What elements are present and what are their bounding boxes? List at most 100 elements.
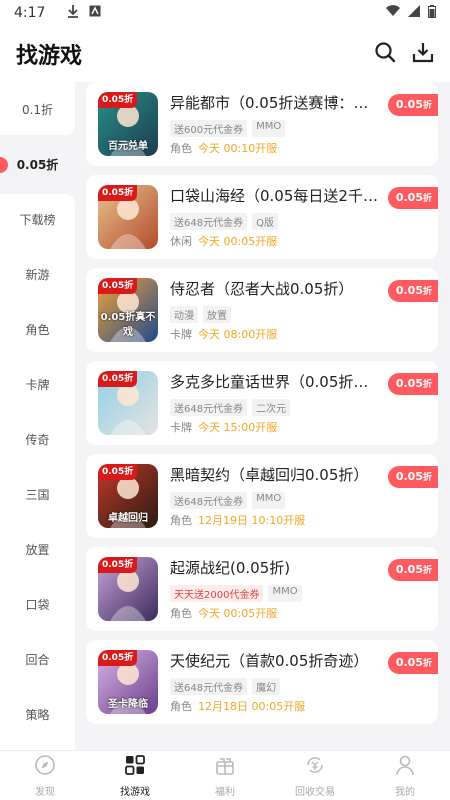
discount-unit: 折 bbox=[422, 194, 432, 204]
server-open-time: 今天 00:10开服 bbox=[198, 142, 278, 155]
server-open-time: 12月18日 00:05开服 bbox=[198, 700, 306, 713]
thumb-discount-badge: 0.05折 bbox=[98, 278, 138, 294]
game-tag: Q版 bbox=[252, 213, 278, 230]
game-meta: 角色 今天 00:05开服 bbox=[170, 605, 277, 621]
discount-value: 0.05 bbox=[395, 98, 423, 111]
game-card[interactable]: 0.05折 圣卡降临 天使纪元（首款0.05折奇迹） 送648元代金券 魔幻角色 12月1… bbox=[86, 640, 438, 724]
sidebar-item[interactable]: 0.05折 bbox=[0, 137, 75, 192]
nav-tab-label: 我的 bbox=[395, 786, 415, 798]
game-genre: 角色 bbox=[170, 607, 192, 620]
discount-badge: 0.05折 bbox=[387, 94, 438, 116]
app-status-icon bbox=[89, 5, 101, 21]
server-open-time: 今天 08:00开服 bbox=[198, 328, 278, 341]
sidebar-item[interactable]: 卡牌 bbox=[0, 357, 75, 412]
game-title[interactable]: 天使纪元（首款0.05折奇迹） bbox=[170, 650, 380, 671]
yen-cycle-icon bbox=[304, 754, 326, 780]
nav-tab-label: 找游戏 bbox=[120, 786, 150, 798]
game-tag: 二次元 bbox=[252, 399, 291, 416]
game-card[interactable]: 0.05折 卓越回归 黑暗契约（卓越回归0.05折） 送648元代金券 MMO 角色 12月… bbox=[86, 454, 438, 538]
nav-tab[interactable]: 回收交易 bbox=[270, 751, 360, 800]
status-time: 4:17 bbox=[14, 5, 46, 21]
sidebar-item[interactable]: 三国 bbox=[0, 467, 75, 522]
game-icon-image[interactable]: 0.05折 0.05折真不戏 bbox=[98, 278, 158, 342]
game-title[interactable]: 黑暗契约（卓越回归0.05折） bbox=[170, 464, 380, 485]
game-tag: 放置 bbox=[203, 306, 231, 323]
sidebar-item-label: 回合 bbox=[25, 653, 50, 667]
game-icon-image[interactable]: 0.05折 卓越回归 bbox=[98, 464, 158, 528]
game-tags: 送648元代金券 魔幻 bbox=[170, 678, 281, 695]
game-tag: 送648元代金券 bbox=[170, 213, 248, 230]
server-open-time: 今天 00:05开服 bbox=[198, 607, 278, 620]
game-card[interactable]: 0.05折 百元兑单 异能都市（0.05折送赛博：黑... 送600元代金券 MMO 角色… bbox=[86, 82, 438, 166]
game-title[interactable]: 口袋山海经（0.05每日送2千代... bbox=[170, 185, 380, 206]
sidebar-item-label: 三国 bbox=[25, 488, 50, 502]
discount-unit: 折 bbox=[422, 473, 432, 483]
game-icon-image[interactable]: 0.05折 bbox=[98, 557, 158, 621]
compass-icon bbox=[34, 754, 56, 780]
sidebar-item-label: 卡牌 bbox=[25, 378, 50, 392]
download-manager-icon[interactable] bbox=[412, 41, 434, 67]
nav-tab[interactable]: 发现 bbox=[0, 751, 90, 800]
game-title[interactable]: 起源战纪(0.05折) bbox=[170, 557, 380, 578]
game-title[interactable]: 异能都市（0.05折送赛博：黑... bbox=[170, 92, 380, 113]
sidebar-item-label: 放置 bbox=[25, 543, 50, 557]
discount-value: 0.05 bbox=[395, 191, 423, 204]
game-card[interactable]: 0.05折 0.05折真不戏 侍忍者（忍者大战0.05折） 动漫 放置 卡牌 今天 08:0… bbox=[86, 268, 438, 352]
game-icon-image[interactable]: 0.05折 圣卡降临 bbox=[98, 650, 158, 714]
thumb-discount-badge: 0.05折 bbox=[98, 557, 138, 573]
game-tag: 送600元代金券 bbox=[170, 120, 248, 137]
header: 找游戏 bbox=[0, 26, 450, 82]
discount-value: 0.05 bbox=[395, 563, 423, 576]
thumb-discount-badge: 0.05折 bbox=[98, 185, 138, 201]
discount-value: 0.05 bbox=[395, 377, 423, 390]
status-bar: 4:17 bbox=[0, 0, 450, 26]
discount-badge: 0.05折 bbox=[387, 559, 438, 581]
sidebar-item[interactable]: 口袋 bbox=[0, 577, 75, 632]
game-meta: 角色 今天 00:10开服 bbox=[170, 140, 277, 156]
discount-badge: 0.05折 bbox=[387, 280, 438, 302]
game-genre: 角色 bbox=[170, 142, 192, 155]
server-open-time: 今天 00:05开服 bbox=[198, 235, 278, 248]
game-card[interactable]: 0.05折 多克多比童话世界（0.05折姬... 送648元代金券 二次元 卡牌 今天 1… bbox=[86, 361, 438, 445]
nav-tab-label: 福利 bbox=[215, 786, 235, 798]
game-icon-image[interactable]: 0.05折 bbox=[98, 371, 158, 435]
sidebar-item[interactable]: 放置 bbox=[0, 522, 75, 577]
search-icon[interactable] bbox=[374, 41, 396, 67]
game-genre: 卡牌 bbox=[170, 421, 192, 434]
gift-icon bbox=[214, 754, 236, 780]
nav-tab[interactable]: 找游戏 bbox=[90, 751, 180, 800]
game-meta: 角色 12月18日 00:05开服 bbox=[170, 698, 305, 714]
discount-badge: 0.05折 bbox=[387, 466, 438, 488]
game-icon-image[interactable]: 0.05折百元兑单 bbox=[98, 92, 158, 156]
thumb-discount-badge: 0.05折 bbox=[98, 92, 138, 108]
page-title: 找游戏 bbox=[16, 44, 83, 69]
sidebar-item-label: 0.05折 bbox=[16, 158, 59, 172]
nav-tab[interactable]: 我的 bbox=[360, 751, 450, 800]
thumb-discount-badge: 0.05折 bbox=[98, 371, 138, 387]
sidebar-item[interactable]: 0.1折 bbox=[0, 82, 75, 137]
game-tag: MMO bbox=[268, 585, 302, 602]
sidebar-item[interactable]: 回合 bbox=[0, 632, 75, 687]
game-tags: 送648元代金券 Q版 bbox=[170, 213, 278, 230]
sidebar-item[interactable]: 策略 bbox=[0, 687, 75, 742]
thumb-discount-badge: 0.05折 bbox=[98, 650, 138, 666]
game-title[interactable]: 侍忍者（忍者大战0.05折） bbox=[170, 278, 380, 299]
game-tags: 送648元代金券 二次元 bbox=[170, 399, 291, 416]
nav-tab[interactable]: 福利 bbox=[180, 751, 270, 800]
sidebar-item-label: 新游 bbox=[25, 268, 50, 282]
sidebar-item-label: 口袋 bbox=[25, 598, 50, 612]
game-card[interactable]: 0.05折 起源战纪(0.05折) 天天送2000代金券 MMO 角色 今天 00:05开… bbox=[86, 547, 438, 631]
thumb-caption: 百元兑单 bbox=[108, 141, 148, 152]
game-title[interactable]: 多克多比童话世界（0.05折姬... bbox=[170, 371, 380, 392]
sidebar-item[interactable]: 传奇 bbox=[0, 412, 75, 467]
battery-icon bbox=[428, 4, 436, 22]
game-card[interactable]: 0.05折 口袋山海经（0.05每日送2千代... 送648元代金券 Q版 休闲 今天 0… bbox=[86, 175, 438, 259]
bottom-nav: 发现 找游戏 福利 回收交易 我的 bbox=[0, 750, 450, 800]
game-meta: 休闲 今天 00:05开服 bbox=[170, 233, 277, 249]
sidebar-item-label: 下载榜 bbox=[19, 213, 56, 227]
sidebar-item[interactable]: 下载榜 bbox=[0, 192, 75, 247]
game-meta: 卡牌 今天 15:00开服 bbox=[170, 419, 277, 435]
sidebar-item[interactable]: 角色 bbox=[0, 302, 75, 357]
sidebar-item[interactable]: 新游 bbox=[0, 247, 75, 302]
game-icon-image[interactable]: 0.05折 bbox=[98, 185, 158, 249]
